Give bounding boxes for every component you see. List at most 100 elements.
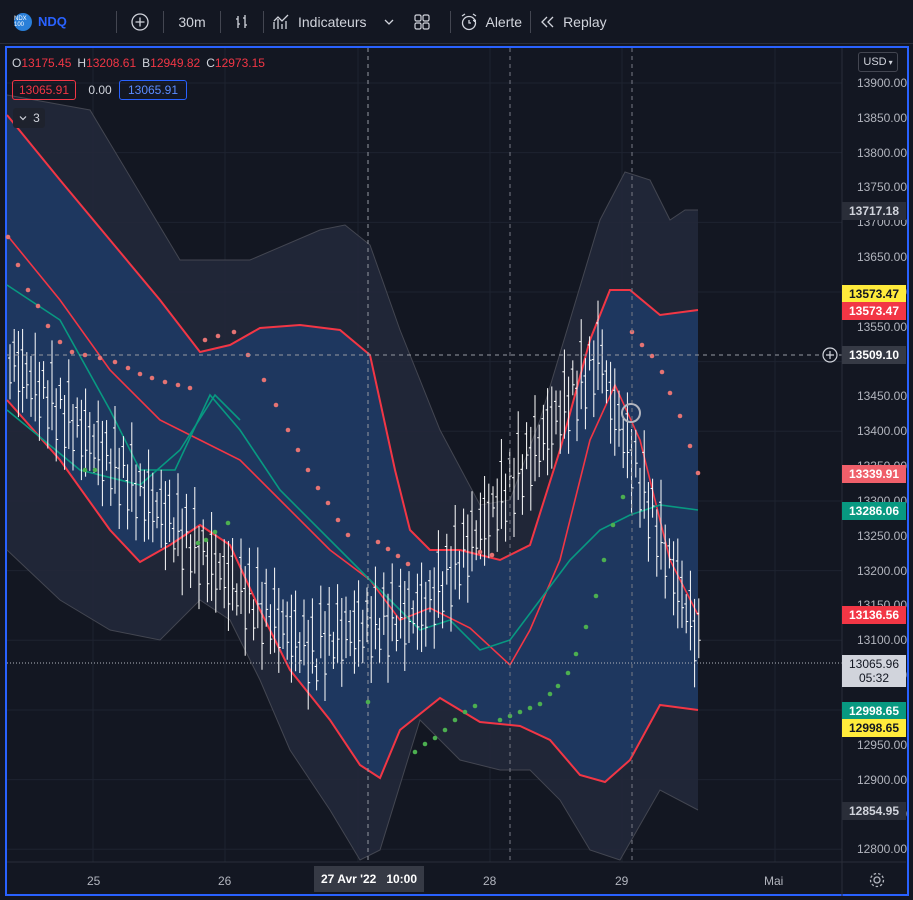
sar-dot	[35, 303, 41, 309]
sar-dot	[477, 549, 483, 555]
sar-dot	[649, 353, 655, 359]
sar-dot	[125, 365, 131, 371]
sar-dot	[69, 349, 75, 355]
sell-price-button[interactable]: 13065.91	[12, 80, 76, 100]
crosshair-add-button[interactable]	[821, 346, 839, 364]
sar-dot	[261, 377, 267, 383]
sar-dot	[5, 234, 11, 240]
sar-dot	[412, 749, 418, 755]
sar-dot	[325, 500, 331, 506]
buy-price-button[interactable]: 13065.91	[119, 80, 187, 100]
chevron-down-icon: ▾	[888, 57, 893, 67]
time-label-28: 28	[483, 874, 497, 888]
low-value: 12949.82	[150, 56, 201, 70]
price-tick-label: 13200.00	[856, 563, 907, 578]
currency-selector[interactable]: USD ▾	[858, 52, 898, 72]
outer-lower-tag: 12854.95	[842, 802, 906, 820]
currency-label: USD	[863, 56, 887, 68]
sar-dot	[175, 382, 181, 388]
time-label-mai: Mai	[764, 874, 784, 888]
sar-dot	[620, 494, 626, 500]
lower-red-tag: 13136.56	[842, 606, 906, 624]
sar-dot	[593, 593, 599, 599]
price-tick-label: 13450.00	[856, 389, 907, 404]
price-tick-label: 13550.00	[856, 319, 907, 334]
chevron-down-icon	[19, 116, 27, 121]
sar-dot	[527, 705, 533, 711]
sar-dot	[273, 402, 279, 408]
sar-dot	[667, 390, 673, 396]
sar-dot	[517, 709, 523, 715]
outer-upper-tag: 13717.18	[842, 202, 906, 220]
price-tick-label: 12950.00	[856, 737, 907, 752]
lower-green-tag: 12998.65	[842, 702, 906, 720]
time-label-25: 25	[87, 874, 101, 888]
sar-dot	[365, 699, 371, 705]
sar-dot	[225, 520, 231, 526]
lower-yellow-tag: 12998.65	[842, 719, 906, 737]
sar-dot	[497, 717, 503, 723]
price-tick-label: 13800.00	[856, 145, 907, 160]
sar-dot	[395, 553, 401, 559]
sar-dot	[555, 683, 561, 689]
sar-dot	[137, 371, 143, 377]
price-chart-canvas[interactable]	[0, 0, 913, 900]
crosshair-time-tag: 27 Avr '22 10:00	[314, 866, 424, 892]
open-key: O	[12, 56, 22, 70]
sar-tag: 13339.91	[842, 465, 906, 483]
sar-dot	[442, 727, 448, 733]
indicators-collapse-toggle[interactable]: 3	[13, 108, 45, 128]
sar-dot	[462, 709, 468, 715]
price-tick-label: 13100.00	[856, 633, 907, 648]
sar-dot	[45, 323, 51, 329]
sar-dot	[610, 522, 616, 528]
ohlc-legend: O13175.45 H13208.61 B12949.82 C12973.15	[12, 56, 265, 70]
open-value: 13175.45	[21, 56, 72, 70]
sar-dot	[285, 427, 291, 433]
sar-dot	[452, 717, 458, 723]
chart-settings-button[interactable]	[868, 871, 888, 891]
sar-dot	[112, 359, 118, 365]
close-value: 12973.15	[214, 56, 265, 70]
close-key: C	[206, 56, 215, 70]
price-tick-label: 13850.00	[856, 110, 907, 125]
sar-dot	[375, 539, 381, 545]
sar-dot	[422, 741, 428, 747]
sar-dot	[212, 529, 218, 535]
sar-dot	[565, 670, 571, 676]
sar-dot	[385, 546, 391, 552]
time-label-29: 29	[615, 874, 629, 888]
sar-dot	[432, 735, 438, 741]
price-tick-label: 13900.00	[856, 76, 907, 90]
sar-dot	[472, 703, 478, 709]
bar-countdown: 05:32	[858, 671, 890, 685]
last-price-tag: 13065.96 05:32	[842, 655, 906, 687]
sar-dot	[202, 337, 208, 343]
last-price-value: 13065.96	[848, 657, 900, 671]
high-value: 13208.61	[86, 56, 137, 70]
sar-dot	[82, 352, 88, 358]
sar-dot	[195, 540, 201, 546]
price-tick-label: 12800.00	[856, 842, 907, 857]
sar-dot	[335, 517, 341, 523]
sar-dot	[97, 355, 103, 361]
sar-dot	[677, 413, 683, 419]
sar-dot	[82, 467, 88, 473]
sar-dot	[573, 651, 579, 657]
sar-dot	[92, 467, 98, 473]
spread-value: 0.00	[88, 83, 112, 97]
sar-dot	[583, 624, 589, 630]
sar-dot	[687, 443, 693, 449]
high-key: H	[77, 56, 87, 70]
sar-dot	[345, 532, 351, 538]
sar-dot	[149, 375, 155, 381]
sar-dot	[405, 561, 411, 567]
sar-dot	[187, 385, 193, 391]
sar-dot	[305, 467, 311, 473]
price-tick-label: 13650.00	[856, 250, 907, 265]
low-key: B	[142, 56, 151, 70]
middle-band-tag: 13286.06	[842, 502, 906, 520]
sar-dot	[231, 329, 237, 335]
price-tick-label: 12900.00	[856, 772, 907, 787]
indicator-count: 3	[33, 111, 40, 125]
